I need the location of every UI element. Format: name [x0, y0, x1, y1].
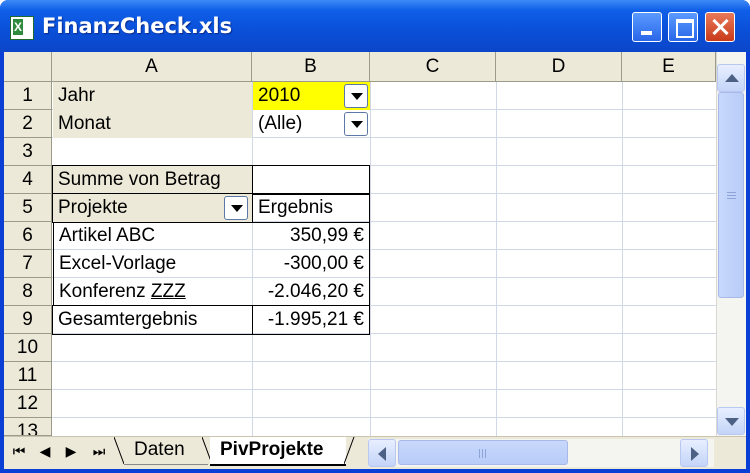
excel-window: FinanzCheck.xls A B C D E 1 2 3 4 5 6 7 …: [0, 0, 750, 473]
row-header-2[interactable]: 2: [4, 110, 52, 138]
row-header-10[interactable]: 10: [4, 334, 52, 362]
scroll-up-button[interactable]: [717, 64, 745, 92]
maximize-button[interactable]: [668, 12, 698, 42]
select-all-corner[interactable]: [4, 52, 52, 82]
page-field-monat[interactable]: Monat: [53, 110, 252, 138]
pivot-item-value[interactable]: -300,00 €: [253, 250, 370, 278]
title-bar[interactable]: FinanzCheck.xls: [0, 0, 750, 52]
pivot-data-field-empty[interactable]: [252, 165, 370, 195]
gridline: [496, 82, 497, 469]
monat-dropdown-button[interactable]: [344, 112, 368, 136]
gridline: [52, 389, 716, 390]
pivot-item-name-underlined: ZZZ: [150, 281, 186, 302]
gridline: [622, 82, 623, 469]
tab-separator: [344, 437, 355, 465]
column-header-a[interactable]: A: [52, 52, 252, 82]
sheet-tab-pivprojekte[interactable]: PivProjekte: [210, 437, 346, 466]
grip-line: [482, 449, 483, 458]
column-header-d[interactable]: D: [496, 52, 622, 82]
row-header-11[interactable]: 11: [4, 362, 52, 390]
projekte-dropdown-button[interactable]: [224, 196, 248, 220]
horizontal-scrollbar[interactable]: [368, 439, 714, 467]
row-header-3[interactable]: 3: [4, 138, 52, 166]
row-header-13[interactable]: 13: [4, 418, 52, 436]
last-sheet-button[interactable]: ⏭: [88, 441, 110, 463]
page-field-jahr[interactable]: Jahr: [53, 82, 252, 110]
grip-line: [727, 192, 736, 193]
scroll-down-button[interactable]: [717, 407, 745, 435]
pivot-data-field[interactable]: Summe von Betrag: [52, 165, 253, 195]
pivot-item-name[interactable]: Excel-Vorlage: [53, 250, 252, 278]
pivot-item-value[interactable]: -2.046,20 €: [253, 278, 370, 306]
jahr-dropdown-button[interactable]: [344, 84, 368, 108]
first-sheet-button[interactable]: ⏮: [8, 441, 30, 463]
excel-file-icon[interactable]: [10, 16, 34, 40]
pivot-item-name-text: Konferenz: [59, 281, 151, 302]
column-header-c[interactable]: C: [370, 52, 496, 82]
horizontal-scroll-thumb[interactable]: [398, 440, 568, 465]
column-header-e[interactable]: E: [622, 52, 716, 82]
row-header-12[interactable]: 12: [4, 390, 52, 418]
window-title: FinanzCheck.xls: [42, 14, 233, 38]
scroll-left-button[interactable]: [368, 439, 396, 467]
vertical-scroll-thumb[interactable]: [718, 92, 744, 298]
grip-line: [727, 195, 736, 196]
sheet-tab-bar: ⏮ ◀ ▶ ⏭ Daten PivProjekte: [4, 436, 746, 469]
row-header-8[interactable]: 8: [4, 278, 52, 306]
worksheet-area: A B C D E 1 2 3 4 5 6 7 8 9 10 11 12 13 …: [4, 52, 746, 469]
row-header-1[interactable]: 1: [4, 82, 52, 110]
gridline: [52, 361, 716, 362]
row-header-6[interactable]: 6: [4, 222, 52, 250]
pivot-row-field[interactable]: Projekte: [52, 193, 253, 223]
minimize-button[interactable]: [632, 12, 662, 42]
sheet-tab-daten[interactable]: Daten: [124, 437, 208, 465]
row-header-9[interactable]: 9: [4, 306, 52, 334]
next-sheet-button[interactable]: ▶: [60, 441, 82, 463]
sheet-tab-daten-label: Daten: [134, 439, 185, 460]
pivot-column-header[interactable]: Ergebnis: [252, 193, 370, 223]
row-header-4[interactable]: 4: [4, 166, 52, 194]
prev-sheet-button[interactable]: ◀: [34, 441, 56, 463]
vertical-scrollbar[interactable]: [716, 52, 746, 436]
sheet-tab-pivprojekte-label: PivProjekte: [220, 439, 324, 460]
pivot-item-value[interactable]: 350,99 €: [253, 222, 370, 250]
grip-line: [727, 198, 736, 199]
close-button[interactable]: [705, 12, 735, 42]
row-header-7[interactable]: 7: [4, 250, 52, 278]
grip-line: [479, 449, 480, 458]
pivot-total-value[interactable]: -1.995,21 €: [252, 305, 370, 335]
gridline: [370, 82, 371, 469]
scroll-right-button[interactable]: [680, 439, 708, 467]
row-header-5[interactable]: 5: [4, 194, 52, 222]
pivot-item-name[interactable]: Artikel ABC: [53, 222, 252, 250]
gridline: [52, 417, 716, 418]
pivot-total-label[interactable]: Gesamtergebnis: [52, 305, 253, 335]
column-header-b[interactable]: B: [252, 52, 370, 82]
grip-line: [485, 449, 486, 458]
pivot-item-name[interactable]: Konferenz ZZZ: [53, 278, 252, 306]
